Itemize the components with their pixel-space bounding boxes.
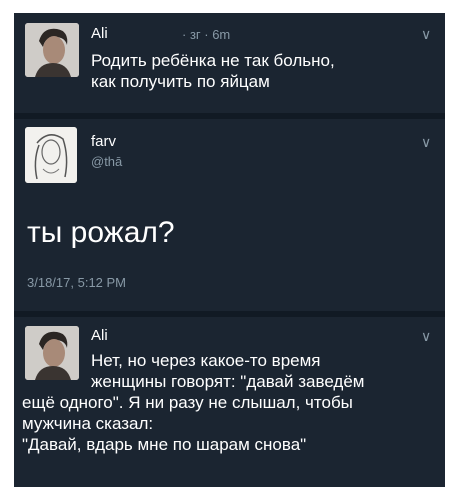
author-name[interactable]: farv [91, 133, 116, 150]
chevron-down-icon[interactable]: ∨ [421, 26, 431, 43]
tweet-text-indented: Нет, но через какое-то время женщины гов… [91, 351, 365, 391]
tweet-card-3[interactable]: Ali ∨ Нет, но через какое-то время женщи… [14, 317, 445, 487]
avatar-ali[interactable] [25, 23, 79, 77]
chevron-down-icon[interactable]: ∨ [421, 328, 431, 345]
author-name[interactable]: Ali [91, 327, 108, 344]
tweet-card-2[interactable]: farv @thā ∨ ты рожал? 3/18/17, 5:12 PM [14, 119, 445, 311]
avatar-farv[interactable] [25, 127, 77, 183]
tweet-text: Родить ребёнка не так больно, как получи… [91, 51, 335, 91]
author-name[interactable]: Ali [91, 25, 108, 42]
avatar-ali[interactable] [25, 326, 79, 380]
tweet-thread: Ali · зг · 6m ∨ Родить ребёнка не так бо… [14, 13, 445, 487]
tweet-text-full: ещё одного". Я ни разу не слышал, чтобы … [22, 393, 353, 454]
author-handle[interactable]: @thā [91, 154, 122, 169]
tweet-card-1[interactable]: Ali · зг · 6m ∨ Родить ребёнка не так бо… [14, 13, 445, 113]
tweet-timestamp[interactable]: 3/18/17, 5:12 PM [27, 275, 126, 290]
tweet-text: ты рожал? [27, 216, 175, 249]
tweet-time: · зг · 6m [182, 27, 231, 42]
chevron-down-icon[interactable]: ∨ [421, 134, 431, 151]
